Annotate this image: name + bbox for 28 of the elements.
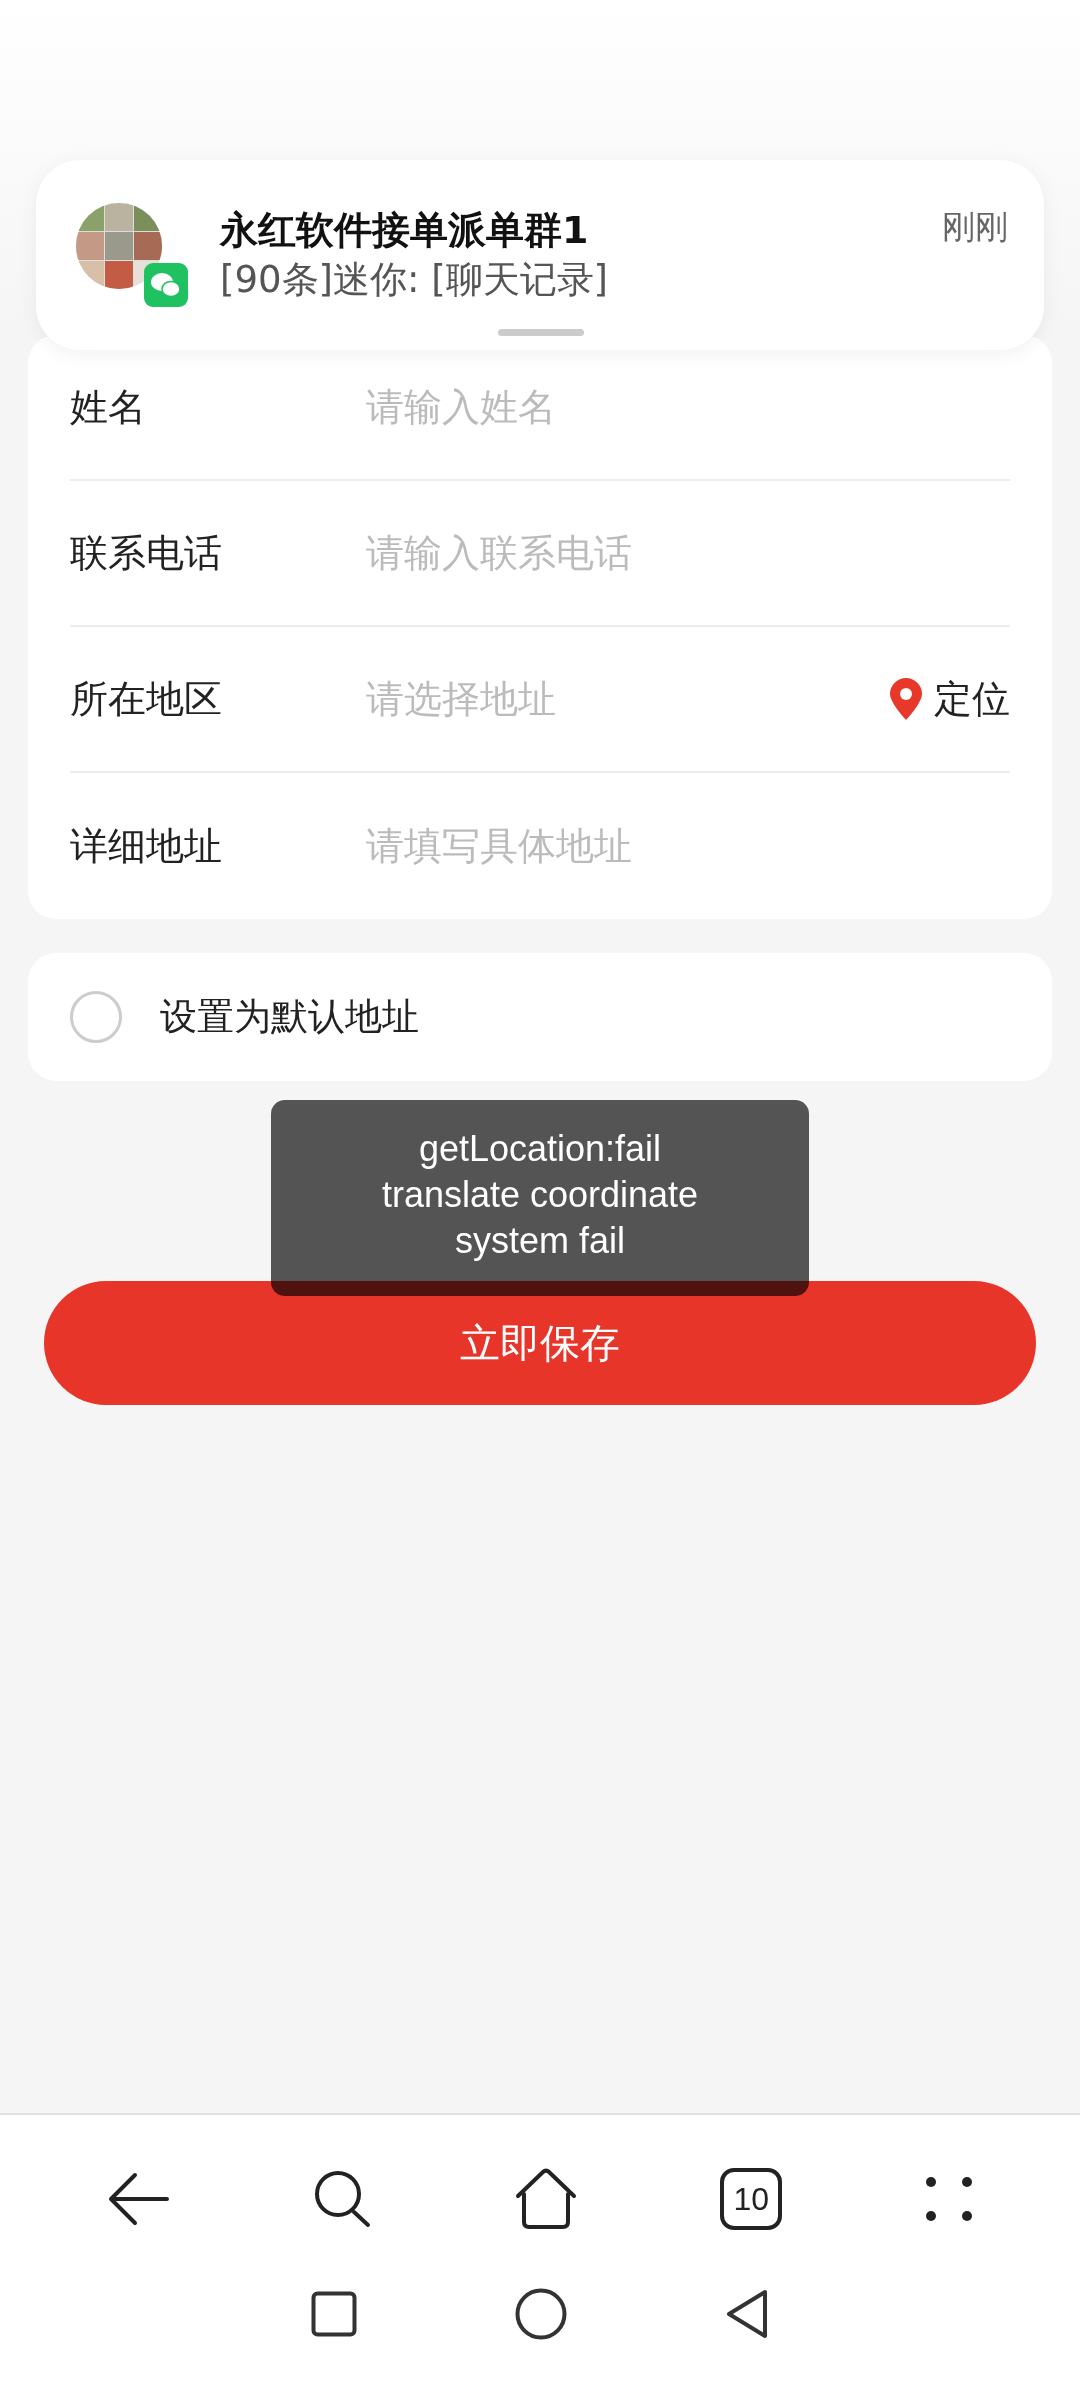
notification-title: 永红软件接单派单群1 <box>220 207 590 254</box>
home-icon[interactable] <box>513 2168 578 2230</box>
save-button[interactable]: 立即保存 <box>44 1281 1036 1405</box>
field-label: 所在地区 <box>70 675 223 723</box>
notification-banner[interactable]: 永红软件接单派单群1 [90条]迷你: [聊天记录] 刚刚 <box>36 160 1044 350</box>
back-triangle-icon[interactable] <box>725 2289 769 2339</box>
default-address-label: 设置为默认地址 <box>160 994 419 1041</box>
home-circle-icon[interactable] <box>515 2288 567 2340</box>
tab-count-button[interactable]: 10 <box>720 2168 783 2230</box>
input-field[interactable]: 请选择地址 <box>366 670 888 728</box>
notification-time: 刚刚 <box>942 206 1008 248</box>
input-field[interactable]: 请输入联系电话 <box>366 524 1010 582</box>
input-field[interactable]: 请输入姓名 <box>366 378 1010 436</box>
location-pin-icon <box>888 677 924 721</box>
toast-message: getLocation:fail translate coordinate system fail <box>271 1100 809 1296</box>
drag-handle[interactable] <box>498 329 584 336</box>
input-field[interactable]: 请填写具体地址 <box>366 817 1010 875</box>
field-label: 姓名 <box>70 383 147 431</box>
field-label: 详细地址 <box>70 822 223 870</box>
checkbox[interactable] <box>70 991 122 1043</box>
locate-button[interactable]: 定位 <box>888 670 1010 728</box>
chat-app-icon <box>144 263 188 307</box>
notification-message: [90条]迷你: [聊天记录] <box>220 257 609 303</box>
back-icon[interactable] <box>107 2171 172 2227</box>
field-label: 联系电话 <box>70 529 223 577</box>
more-icon[interactable] <box>924 2176 973 2222</box>
search-icon[interactable] <box>313 2170 372 2228</box>
recents-icon[interactable] <box>311 2291 357 2337</box>
